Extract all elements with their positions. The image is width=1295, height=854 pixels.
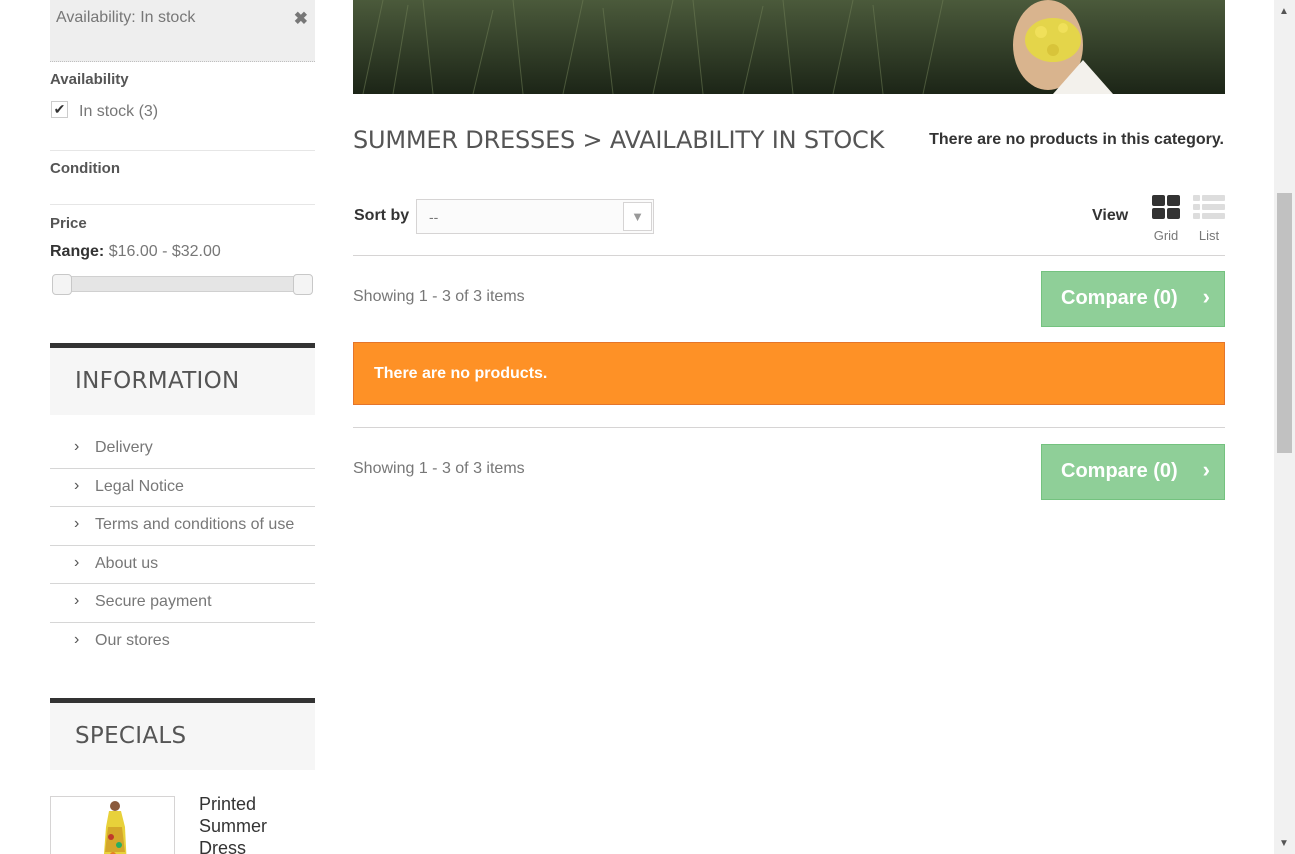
sort-select[interactable]: -- ▼ xyxy=(416,199,654,234)
condition-title: Condition xyxy=(50,160,120,177)
chevron-right-icon: › xyxy=(74,553,80,571)
list-label: List xyxy=(1198,228,1220,243)
chevron-right-icon: › xyxy=(74,592,80,610)
slider-min-handle[interactable] xyxy=(52,274,72,295)
divider xyxy=(353,427,1225,428)
price-slider[interactable] xyxy=(52,274,313,295)
special-product-name[interactable]: Printed Summer Dress xyxy=(199,793,309,854)
compare-button-bottom[interactable]: Compare (0) › xyxy=(1041,444,1225,500)
compare-label: Compare (0) xyxy=(1061,460,1178,482)
no-products-alert: There are no products. xyxy=(353,342,1225,405)
showing-count-bottom: Showing 1 - 3 of 3 items xyxy=(353,460,525,477)
showing-count-top: Showing 1 - 3 of 3 items xyxy=(353,288,525,305)
list-view-button[interactable]: List xyxy=(1193,195,1225,243)
chevron-right-icon: › xyxy=(1202,284,1210,309)
sort-label: Sort by xyxy=(354,207,410,224)
specials-title[interactable]: SPECIALS xyxy=(75,723,186,749)
grid-view-button[interactable]: Grid xyxy=(1150,195,1182,243)
page-title: SUMMER DRESSES > AVAILABILITY IN STOCK xyxy=(353,126,885,154)
info-link-legal-notice[interactable]: › Legal Notice xyxy=(50,469,315,508)
range-label: Range: xyxy=(50,243,105,260)
grid-icon xyxy=(1152,195,1180,219)
scroll-down-icon[interactable]: ▼ xyxy=(1279,838,1289,849)
info-link-secure-payment[interactable]: › Secure payment xyxy=(50,584,315,623)
compare-label: Compare (0) xyxy=(1061,287,1178,309)
info-link-terms[interactable]: › Terms and conditions of use xyxy=(50,507,315,546)
scroll-up-icon[interactable]: ▲ xyxy=(1279,6,1289,17)
info-link-our-stores[interactable]: › Our stores xyxy=(50,623,315,662)
in-stock-label[interactable]: In stock (3) xyxy=(79,103,158,121)
chevron-right-icon: › xyxy=(74,438,80,455)
sort-value: -- xyxy=(429,209,439,225)
special-product-image[interactable] xyxy=(50,796,175,854)
chevron-right-icon: › xyxy=(74,515,80,533)
category-note: There are no products in this category. xyxy=(929,131,1224,148)
chevron-right-icon: › xyxy=(74,630,80,648)
divider xyxy=(50,204,315,205)
active-filter-chip: Availability: In stock ✖ xyxy=(50,0,315,62)
info-link-delivery[interactable]: › Delivery xyxy=(50,430,315,469)
scrollbar-thumb[interactable] xyxy=(1277,193,1292,453)
close-icon[interactable]: ✖ xyxy=(294,9,308,29)
chevron-down-icon[interactable]: ▼ xyxy=(623,202,652,231)
view-label: View xyxy=(1092,207,1129,224)
page-scrollbar[interactable]: ▲ ▼ xyxy=(1274,0,1295,854)
grid-label: Grid xyxy=(1153,228,1179,243)
info-link-label[interactable]: Terms and conditions of use xyxy=(95,516,294,534)
compare-button-top[interactable]: Compare (0) › xyxy=(1041,271,1225,327)
chevron-right-icon: › xyxy=(74,476,80,494)
info-link-about-us[interactable]: › About us xyxy=(50,546,315,585)
price-range: Range: $16.00 - $32.00 xyxy=(50,243,221,261)
chevron-right-icon: › xyxy=(1202,457,1210,482)
range-value: $16.00 - $32.00 xyxy=(108,243,221,260)
information-block-header: INFORMATION xyxy=(50,343,315,415)
info-link-label[interactable]: About us xyxy=(95,555,158,573)
info-link-label[interactable]: Our stores xyxy=(95,632,170,650)
alert-message: There are no products. xyxy=(374,365,548,382)
active-filter-label: Availability: In stock xyxy=(56,9,196,26)
list-icon xyxy=(1193,195,1225,219)
divider xyxy=(353,255,1225,256)
information-title[interactable]: INFORMATION xyxy=(75,368,240,394)
category-banner-image xyxy=(353,0,1225,94)
price-title: Price xyxy=(50,215,87,232)
info-link-label[interactable]: Delivery xyxy=(95,439,153,457)
in-stock-checkbox[interactable]: ✔ xyxy=(51,101,68,118)
divider xyxy=(50,150,315,151)
slider-max-handle[interactable] xyxy=(293,274,313,295)
info-link-label[interactable]: Secure payment xyxy=(95,593,212,611)
info-link-label[interactable]: Legal Notice xyxy=(95,478,184,496)
information-list: › Delivery › Legal Notice › Terms and co… xyxy=(50,430,315,662)
availability-title: Availability xyxy=(50,71,129,88)
specials-block-header: SPECIALS xyxy=(50,698,315,770)
